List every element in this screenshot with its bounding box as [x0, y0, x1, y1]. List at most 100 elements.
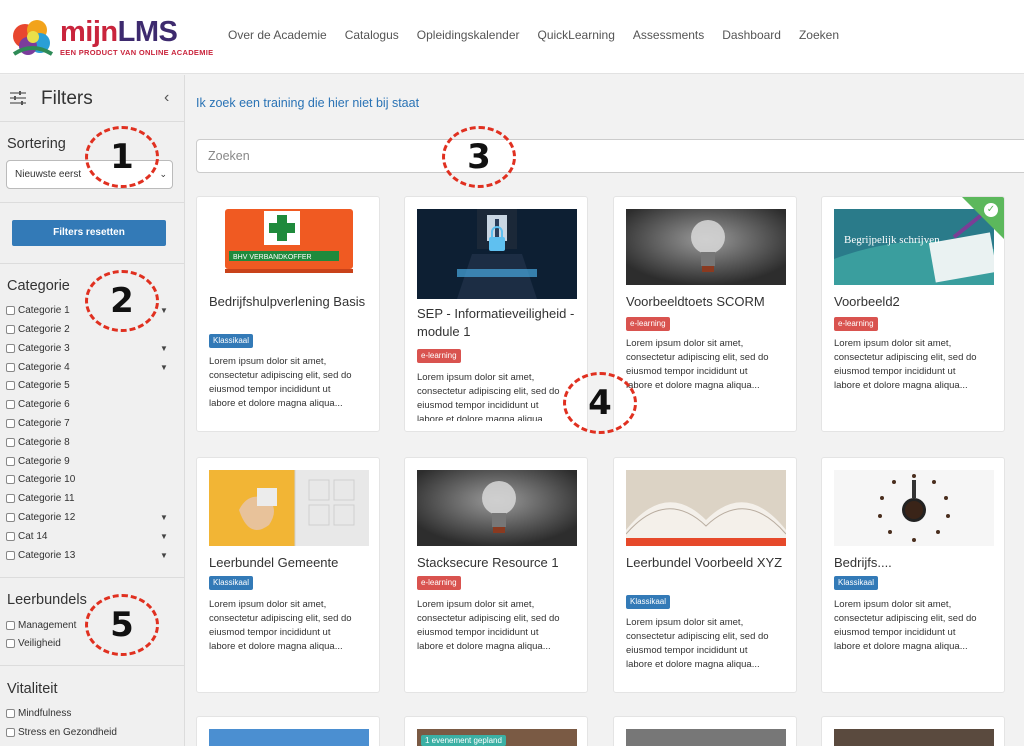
caret-down-icon[interactable]: ▼ — [160, 513, 168, 522]
leerbundels-title: Leerbundels — [7, 592, 87, 608]
course-description: Lorem ipsum dolor sit amet, consectetur a… — [417, 372, 560, 421]
category-item[interactable]: Categorie 8 — [6, 434, 70, 450]
caret-down-icon[interactable]: ▼ — [160, 363, 168, 372]
checkbox[interactable] — [6, 550, 15, 560]
course-card[interactable] — [196, 716, 380, 746]
nav-zoeken[interactable]: Zoeken — [799, 28, 839, 42]
leerbundel-item[interactable]: Management — [6, 617, 76, 633]
course-title: Leerbundel Gemeente — [209, 555, 339, 570]
request-training-link[interactable]: Ik zoek een training die hier niet bij s… — [196, 96, 419, 110]
caret-down-icon[interactable]: ▼ — [160, 306, 168, 315]
course-card[interactable]: Voorbeeldtoets SCORM e-learning Lorem ip… — [613, 196, 797, 432]
image-caption: Begrijpelijk schrijven — [844, 234, 940, 246]
course-image — [834, 729, 994, 746]
lightbulb-image — [626, 209, 786, 285]
nav-assessments[interactable]: Assessments — [633, 28, 704, 42]
checkbox[interactable] — [6, 418, 15, 428]
checkbox[interactable] — [6, 362, 15, 372]
category-item[interactable]: Categorie 13 — [6, 547, 75, 563]
course-card[interactable] — [613, 716, 797, 746]
chevron-down-icon: ⌄ — [159, 169, 167, 179]
course-image — [209, 729, 369, 746]
leerbundel-item[interactable]: Veiligheid — [6, 635, 61, 651]
course-card[interactable]: 1 evenement gepland — [404, 716, 588, 746]
annotation-1: 1 — [85, 126, 159, 188]
course-card[interactable]: Leerbundel Voorbeeld XYZ Klassikaal Lore… — [613, 457, 797, 693]
logo-word-mijn: mijn — [60, 16, 118, 48]
course-card[interactable]: Bedrijfs.... Klassikaal Lorem ipsum dolo… — [821, 457, 1005, 693]
reset-filters-button[interactable]: Filters resetten — [12, 220, 166, 246]
filters-title: Filters — [41, 88, 93, 109]
security-lock-image — [417, 209, 577, 299]
sorting-title: Sortering — [7, 136, 66, 152]
category-item[interactable]: Categorie 12 — [6, 509, 75, 525]
course-description: Lorem ipsum dolor sit amet, consectetur a… — [417, 599, 560, 652]
category-item[interactable]: Categorie 3 — [6, 340, 70, 356]
logo-word-lms: LMS — [117, 16, 178, 48]
checkbox[interactable] — [6, 305, 15, 315]
vitaliteit-title: Vitaliteit — [7, 681, 58, 697]
checkbox[interactable] — [6, 380, 15, 390]
logo-tagline: EEN PRODUCT VAN ONLINE ACADEMIE — [60, 48, 214, 57]
annotation-2: 2 — [85, 270, 159, 332]
checkbox[interactable] — [6, 531, 15, 541]
collapse-chevron-icon[interactable]: ‹ — [164, 89, 169, 107]
course-card[interactable]: Stacksecure Resource 1 e-learning Lorem … — [404, 457, 588, 693]
course-title: Bedrijfs.... — [834, 555, 892, 570]
nav-quicklearning[interactable]: QuickLearning — [538, 28, 615, 42]
course-title: Bedrijfshulpverlening Basis — [209, 294, 366, 309]
checkbox[interactable] — [6, 456, 15, 466]
vitaliteit-item[interactable]: Stress en Gezondheid — [6, 724, 117, 740]
checkbox[interactable] — [6, 474, 15, 484]
category-item[interactable]: Categorie 4 — [6, 359, 70, 375]
category-item[interactable]: Cat 14 — [6, 528, 47, 544]
checkbox[interactable] — [6, 324, 15, 334]
course-description: Lorem ipsum dolor sit amet, consectetur a… — [209, 356, 352, 409]
caret-down-icon[interactable]: ▼ — [160, 532, 168, 541]
checkbox[interactable] — [6, 512, 15, 522]
category-item[interactable]: Categorie 7 — [6, 415, 70, 431]
nav-opleidingskalender[interactable]: Opleidingskalender — [417, 28, 520, 42]
category-item[interactable]: Categorie 5 — [6, 377, 70, 393]
checkbox[interactable] — [6, 708, 15, 718]
divider — [0, 263, 184, 264]
category-item[interactable]: Categorie 10 — [6, 471, 75, 487]
mijnlms-logo[interactable]: mijnLMS EEN PRODUCT VAN ONLINE ACADEMIE — [10, 14, 214, 62]
first-aid-kit-image: BHV VERBANDKOFFER — [209, 209, 369, 285]
divider — [0, 202, 184, 203]
nav-catalogus[interactable]: Catalogus — [345, 28, 399, 42]
course-image — [626, 729, 786, 746]
course-card[interactable]: SEP - Informatieveiligheid - module 1 e-… — [404, 196, 588, 432]
type-badge: Klassikaal — [626, 595, 671, 609]
category-item[interactable]: Categorie 2 — [6, 321, 70, 337]
checkbox[interactable] — [6, 399, 15, 409]
main-nav: Over de Academie Catalogus Opleidingskal… — [228, 28, 857, 42]
checkbox[interactable] — [6, 620, 15, 630]
nav-over-de-academie[interactable]: Over de Academie — [228, 28, 327, 42]
category-item[interactable]: Categorie 11 — [6, 490, 75, 506]
checkbox[interactable] — [6, 727, 15, 737]
nav-dashboard[interactable]: Dashboard — [722, 28, 781, 42]
sorting-select-value: Nieuwste eerst — [15, 169, 82, 180]
category-item[interactable]: Categorie 6 — [6, 396, 70, 412]
course-card[interactable]: Leerbundel Gemeente Klassikaal Lorem ips… — [196, 457, 380, 693]
course-card[interactable] — [821, 716, 1005, 746]
course-description: Lorem ipsum dolor sit amet, consectetur a… — [209, 599, 352, 652]
search-input[interactable]: Zoeken — [196, 139, 1024, 173]
checkbox[interactable] — [6, 493, 15, 503]
caret-down-icon[interactable]: ▼ — [160, 551, 168, 560]
checkbox[interactable] — [6, 437, 15, 447]
checkbox[interactable] — [6, 343, 15, 353]
type-badge: e-learning — [417, 576, 461, 590]
check-icon: ✓ — [984, 203, 998, 217]
caret-down-icon[interactable]: ▼ — [160, 344, 168, 353]
checkbox[interactable] — [6, 638, 15, 648]
category-item[interactable]: Categorie 1 — [6, 302, 70, 318]
divider — [0, 665, 184, 666]
category-item[interactable]: Categorie 9 — [6, 453, 70, 469]
course-title: Voorbeeld2 — [834, 294, 900, 309]
type-badge: Klassikaal — [834, 576, 879, 590]
course-card[interactable]: BHV VERBANDKOFFER Bedrijfshulpverlening … — [196, 196, 380, 432]
vitaliteit-item[interactable]: Mindfulness — [6, 705, 71, 721]
course-card[interactable]: Begrijpelijk schrijven ✓ Voorbeeld2 e-le… — [821, 196, 1005, 432]
